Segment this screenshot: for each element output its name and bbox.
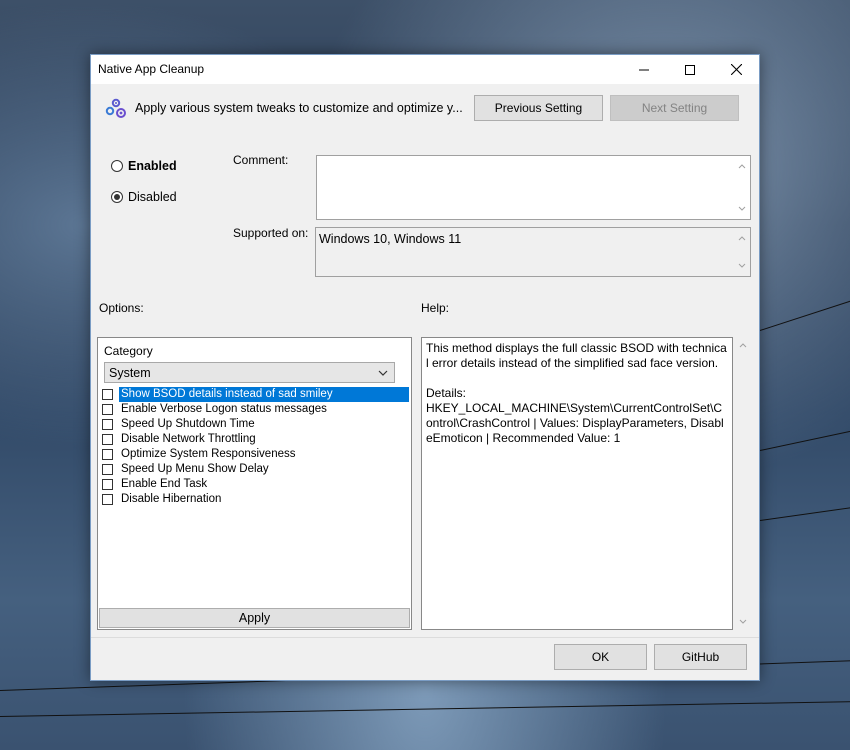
disabled-label: Disabled [128, 190, 177, 204]
tweak-label: Optimize System Responsiveness [121, 448, 296, 460]
comment-label: Comment: [233, 153, 289, 167]
scroll-up-icon [738, 236, 746, 241]
tweak-checkbox[interactable] [102, 449, 113, 460]
tweak-label: Speed Up Shutdown Time [121, 418, 255, 430]
tweak-item[interactable]: Disable Network Throttling [102, 432, 409, 447]
tweak-label: Enable End Task [121, 478, 208, 490]
supported-scrollbar[interactable] [736, 230, 748, 274]
tweak-item[interactable]: Enable Verbose Logon status messages [102, 402, 409, 417]
tweak-checkbox[interactable] [102, 494, 113, 505]
title-bar: Native App Cleanup [91, 55, 759, 84]
enabled-label: Enabled [128, 159, 177, 173]
tweak-item[interactable]: Speed Up Menu Show Delay [102, 462, 409, 477]
help-label: Help: [421, 301, 450, 315]
tweak-label: Enable Verbose Logon status messages [121, 403, 327, 415]
supported-on-label: Supported on: [233, 226, 309, 240]
background-wire [759, 299, 850, 331]
disabled-radio[interactable]: Disabled [111, 190, 177, 204]
category-label: Category [104, 344, 153, 358]
enabled-radio-button[interactable] [111, 160, 123, 172]
tweak-checkbox[interactable] [102, 434, 113, 445]
disabled-radio-button[interactable] [111, 191, 123, 203]
background-wire [0, 700, 850, 717]
supported-on-value: Windows 10, Windows 11 [319, 232, 462, 246]
tweak-label: Disable Network Throttling [121, 433, 256, 445]
window-title: Native App Cleanup [98, 62, 205, 76]
minimize-button[interactable] [621, 55, 667, 84]
github-button[interactable]: GitHub [654, 644, 747, 670]
policy-description: Apply various system tweaks to customize… [135, 101, 463, 115]
enabled-radio[interactable]: Enabled [111, 159, 177, 173]
tweak-list: Show BSOD details instead of sad smiley … [102, 387, 409, 507]
chevron-down-icon [378, 370, 388, 376]
help-scrollbar[interactable] [736, 337, 750, 630]
maximize-button[interactable] [667, 55, 713, 84]
scroll-down-icon [738, 206, 746, 211]
tweak-checkbox[interactable] [102, 479, 113, 490]
background-wire [759, 429, 850, 451]
category-dropdown[interactable]: System [104, 362, 395, 383]
policy-settings-icon [105, 98, 127, 123]
tweak-item[interactable]: Show BSOD details instead of sad smiley [102, 387, 409, 402]
tweak-item[interactable]: Speed Up Shutdown Time [102, 417, 409, 432]
comment-textbox[interactable] [316, 155, 751, 220]
help-panel: This method displays the full classic BS… [421, 337, 733, 630]
help-text: This method displays the full classic BS… [426, 341, 727, 445]
category-value: System [109, 365, 151, 380]
tweak-item[interactable]: Disable Hibernation [102, 492, 409, 507]
tweak-label: Disable Hibernation [121, 493, 222, 505]
close-button[interactable] [713, 55, 759, 84]
ok-button[interactable]: OK [554, 644, 647, 670]
scroll-up-icon[interactable] [737, 339, 749, 351]
scroll-down-icon [738, 263, 746, 268]
tweak-checkbox[interactable] [102, 464, 113, 475]
policy-dialog: Native App Cleanup Apply various system … [90, 54, 760, 681]
tweak-checkbox[interactable] [102, 389, 113, 400]
previous-setting-button[interactable]: Previous Setting [474, 95, 603, 121]
supported-on-textbox: Windows 10, Windows 11 [315, 227, 751, 277]
tweak-checkbox[interactable] [102, 419, 113, 430]
tweak-item[interactable]: Optimize System Responsiveness [102, 447, 409, 462]
dialog-footer: OK GitHub [91, 637, 759, 680]
background-wire [759, 506, 850, 521]
next-setting-button[interactable]: Next Setting [610, 95, 739, 121]
tweak-label: Show BSOD details instead of sad smiley [119, 387, 409, 402]
comment-scrollbar[interactable] [736, 158, 748, 217]
scroll-up-icon [738, 164, 746, 169]
apply-button[interactable]: Apply [99, 608, 410, 628]
options-label: Options: [99, 301, 144, 315]
tweak-item[interactable]: Enable End Task [102, 477, 409, 492]
scroll-down-icon[interactable] [737, 616, 749, 628]
options-panel: Category System Show BSOD details instea… [97, 337, 412, 630]
tweak-label: Speed Up Menu Show Delay [121, 463, 269, 475]
tweak-checkbox[interactable] [102, 404, 113, 415]
